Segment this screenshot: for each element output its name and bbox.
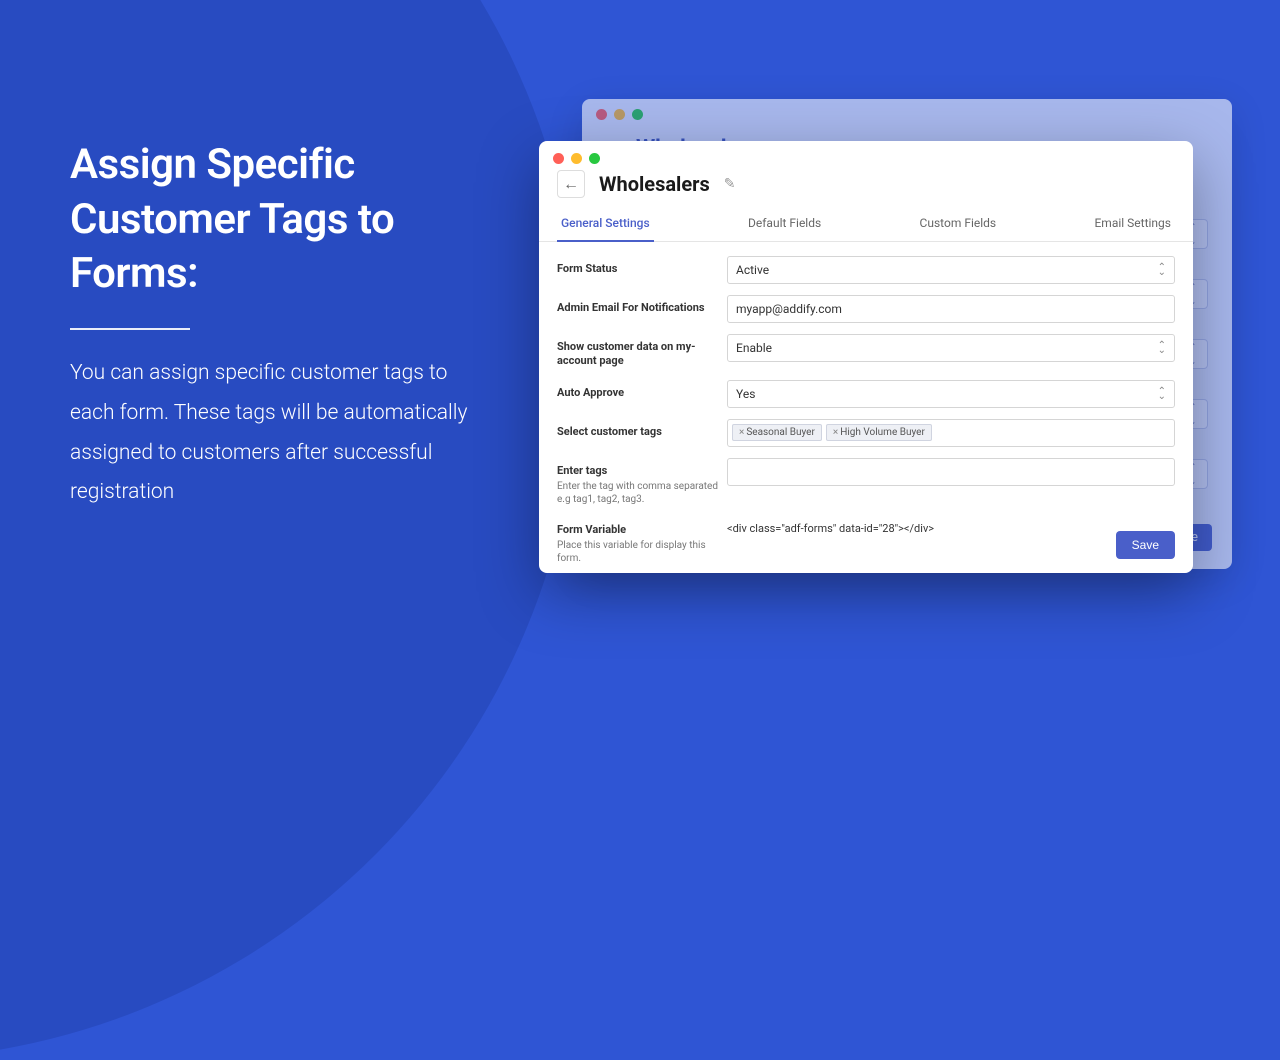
label-admin-email: Admin Email For Notifications [557,295,727,315]
label-select-tags: Select customer tags [557,419,727,439]
form-status-select[interactable]: Active ⌃⌄ [727,256,1175,284]
promo-text: Assign Specific Customer Tags to Forms: … [70,138,490,513]
close-icon[interactable] [553,153,564,164]
tabs: General Settings Default Fields Custom F… [539,208,1193,242]
pencil-icon[interactable]: ✎ [724,176,736,192]
remove-tag-icon[interactable]: × [833,427,838,438]
promo-desc: You can assign specific customer tags to… [70,354,490,514]
label-form-status: Form Status [557,256,727,276]
tab-default-fields[interactable]: Default Fields [744,208,825,241]
form-variable-code: <div class="adf-forms" data-id="28"></di… [727,517,1175,535]
traffic-lights [582,99,1232,130]
traffic-lights [539,141,1193,164]
save-button[interactable]: Save [1116,531,1175,559]
show-data-select[interactable]: Enable ⌃⌄ [727,334,1175,362]
customer-tags-input[interactable]: ×Seasonal Buyer ×High Volume Buyer [727,419,1175,447]
remove-tag-icon[interactable]: × [739,427,744,438]
admin-email-input[interactable]: myapp@addify.com [727,295,1175,323]
tag-chip: ×Seasonal Buyer [732,424,822,441]
promo-title: Assign Specific Customer Tags to Forms: [70,138,490,302]
tab-custom-fields[interactable]: Custom Fields [916,208,1001,241]
label-show-data: Show customer data on my-account page [557,334,727,369]
tab-general-settings[interactable]: General Settings [557,208,654,242]
chevron-updown-icon: ⌃⌄ [1158,265,1166,275]
chevron-updown-icon: ⌃⌄ [1158,389,1166,399]
divider [70,328,190,330]
form-body: Form Status Active ⌃⌄ Admin Email For No… [539,242,1193,590]
label-enter-tags: Enter tags Enter the tag with comma sepa… [557,458,727,506]
maximize-icon[interactable] [589,153,600,164]
enter-tags-input[interactable] [727,458,1175,486]
auto-approve-select[interactable]: Yes ⌃⌄ [727,380,1175,408]
chevron-updown-icon: ⌃⌄ [1158,343,1166,353]
settings-window: ← Wholesalers ✎ General Settings Default… [539,141,1193,573]
page-title: Wholesalers [599,172,710,196]
back-button[interactable]: ← [557,170,585,198]
tag-chip: ×High Volume Buyer [826,424,932,441]
minimize-icon[interactable] [571,153,582,164]
label-auto-approve: Auto Approve [557,380,727,400]
label-form-variable: Form Variable Place this variable for di… [557,517,727,565]
tab-email-settings[interactable]: Email Settings [1090,208,1175,241]
